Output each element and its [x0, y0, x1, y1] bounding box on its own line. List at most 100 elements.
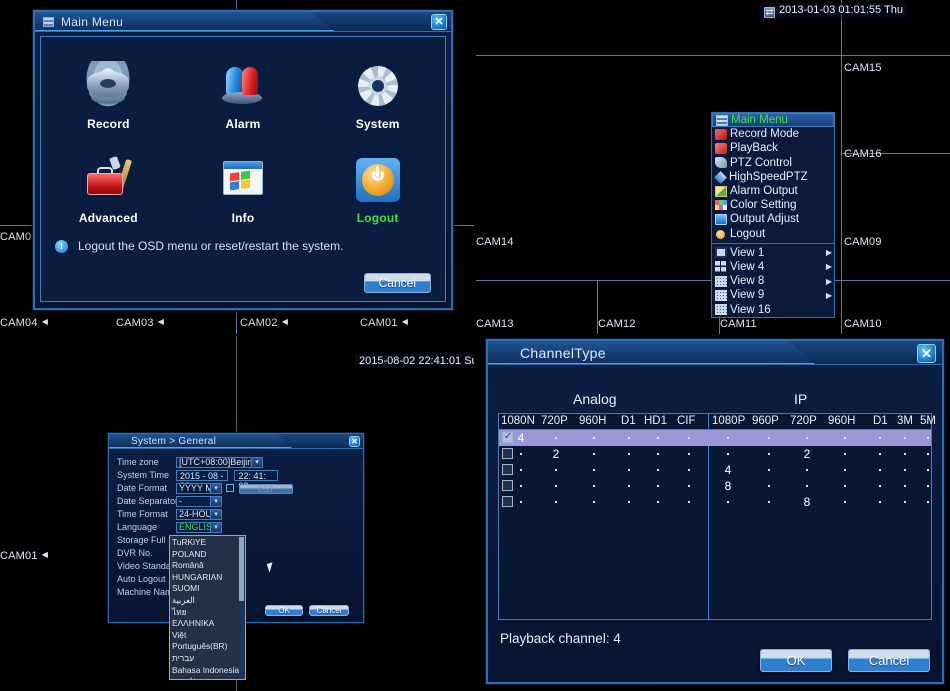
cancel-button[interactable]: Cancel: [363, 273, 431, 293]
cell-dot: [904, 501, 906, 503]
row-checkbox[interactable]: [502, 496, 513, 507]
cell-dot: [768, 501, 770, 503]
col-analog-d1: D1: [621, 415, 636, 427]
language-option[interactable]: فارسی: [172, 676, 243, 679]
grid-divider: [841, 0, 842, 334]
cell-dot: [844, 501, 846, 503]
language-option[interactable]: עברית: [172, 653, 243, 665]
row-checkbox[interactable]: ✓: [502, 431, 513, 443]
field-label-storage-full: Storage Full: [117, 535, 166, 545]
cell-ip-720p: 2: [803, 447, 811, 461]
context-item-label: View 1: [730, 246, 765, 259]
cancel-button[interactable]: Cancel: [848, 649, 930, 672]
field-label-date-format: Date Format: [117, 483, 168, 493]
menu-item-logout[interactable]: Logout: [310, 149, 445, 227]
row-checkbox[interactable]: [502, 480, 513, 491]
language-option[interactable]: HUNGARIAN: [172, 572, 243, 584]
context-item-highspeed-ptz[interactable]: HighSpeedPTZ: [712, 170, 834, 184]
close-icon[interactable]: ✕: [349, 436, 360, 447]
ok-button[interactable]: OK: [265, 605, 303, 616]
main-menu-row: Advanced Info Logout: [41, 149, 445, 227]
language-dropdown-list[interactable]: TuRKiYE POLAND Română HUNGARIAN SUOMI ال…: [169, 535, 246, 680]
language-option[interactable]: Português(BR): [172, 641, 243, 653]
language-select[interactable]: ENGLISH ▾: [176, 522, 222, 533]
time-zone-select[interactable]: [UTC+08:00]Beijing,Urumqi,Ta ▾: [176, 457, 263, 468]
menu-item-system[interactable]: System: [310, 55, 445, 133]
context-item-view-16[interactable]: View 16: [712, 302, 834, 316]
ok-button[interactable]: OK: [760, 649, 832, 672]
language-option[interactable]: TuRKiYE: [172, 537, 243, 549]
power-dot-icon: [716, 229, 725, 239]
table-row[interactable]: 4: [499, 462, 931, 478]
context-item-alarm-output[interactable]: Alarm Output: [712, 184, 834, 198]
cell-dot: [727, 501, 729, 503]
context-item-output-adjust[interactable]: Output Adjust: [712, 212, 834, 226]
dst-checkbox[interactable]: [226, 484, 234, 492]
context-item-view-8[interactable]: View 8 ▶: [712, 274, 834, 288]
cell-dot: [657, 485, 659, 487]
col-ip-720p: 720P: [790, 415, 817, 427]
col-analog-1080n: 1080N: [501, 415, 535, 427]
context-item-color-setting[interactable]: Color Setting: [712, 198, 834, 212]
language-option[interactable]: ไทย: [172, 607, 243, 619]
channel-type-table: 1080N 720P 960H D1 HD1 CIF 1080P 960P 72…: [498, 413, 936, 620]
language-option[interactable]: SUOMI: [172, 583, 243, 595]
ptz-icon: [715, 157, 727, 169]
context-item-label: View 9: [730, 289, 765, 302]
table-row[interactable]: 8: [499, 494, 931, 510]
cell-dot: [628, 469, 630, 471]
system-date-input[interactable]: 2015 - 08 - 02: [176, 470, 228, 491]
audio-icon: ◀: [281, 317, 289, 326]
toolbox-icon: [83, 155, 133, 205]
menu-item-info[interactable]: Info: [176, 149, 311, 227]
scrollbar-thumb[interactable]: [239, 537, 244, 601]
table-row[interactable]: ✓ 4: [499, 430, 931, 446]
menu-item-advanced[interactable]: Advanced: [41, 149, 176, 227]
table-row[interactable]: 8: [499, 478, 931, 494]
table-row[interactable]: 2 2: [499, 446, 931, 462]
context-item-view-9[interactable]: View 9 ▶: [712, 288, 834, 302]
context-item-logout[interactable]: Logout: [712, 227, 834, 241]
cam-label-cam04: CAM04 ◀: [0, 317, 49, 329]
cell-dot: [628, 501, 630, 503]
menu-item-record[interactable]: Record: [41, 55, 176, 133]
cell-dot: [806, 485, 808, 487]
cell-dot: [879, 485, 881, 487]
date-format-select[interactable]: YYYY MM D ▾: [176, 483, 222, 494]
cancel-button[interactable]: Cancel: [309, 605, 349, 616]
cell-dot: [927, 469, 929, 471]
time-format-select[interactable]: 24-HOUR ▾: [176, 509, 222, 520]
row-checkbox[interactable]: [502, 448, 513, 459]
cell-dot: [768, 469, 770, 471]
cell-dot: [593, 469, 595, 471]
osd-timestamp: ⇄ 2013-01-03 01:01:55 Thu: [760, 3, 907, 19]
menu-item-alarm[interactable]: Alarm: [176, 55, 311, 133]
cam-label-cam11: CAM11: [720, 318, 757, 330]
row-checkbox[interactable]: [502, 464, 513, 475]
menu-divider: [712, 242, 834, 244]
context-item-record-mode[interactable]: Record Mode: [712, 127, 834, 141]
cell-dot: [927, 453, 929, 455]
dst-button[interactable]: DST: [239, 484, 293, 494]
close-icon[interactable]: ✕: [431, 14, 447, 30]
language-option[interactable]: Bahasa Indonesia: [172, 665, 243, 677]
cell-dot: [657, 453, 659, 455]
language-option[interactable]: العربية: [172, 595, 243, 607]
context-item-view-1[interactable]: View 1 ▶: [712, 246, 834, 260]
menu-item-label: Advanced: [78, 211, 138, 225]
language-option[interactable]: ΕΛΛΗΝΙΚΑ: [172, 618, 243, 630]
col-ip-5m: 5M: [920, 415, 936, 427]
context-item-ptz-control[interactable]: PTZ Control: [712, 156, 834, 170]
context-item-playback[interactable]: PlayBack: [712, 141, 834, 155]
context-item-label: View 8: [730, 275, 765, 288]
language-option[interactable]: POLAND: [172, 549, 243, 561]
context-item-main-menu[interactable]: Main Menu: [712, 113, 834, 128]
language-option[interactable]: Română: [172, 560, 243, 572]
view1-icon: [715, 247, 727, 259]
system-time-group[interactable]: 2015 - 08 - 02 22: 41: 02: [176, 470, 279, 491]
language-option[interactable]: Việt: [172, 630, 243, 642]
field-label-auto-logout: Auto Logout: [117, 574, 166, 584]
date-separator-select[interactable]: - ▾: [176, 496, 222, 507]
context-item-view-4[interactable]: View 4 ▶: [712, 260, 834, 274]
system-clock-input[interactable]: 22: 41: 02: [234, 470, 279, 491]
